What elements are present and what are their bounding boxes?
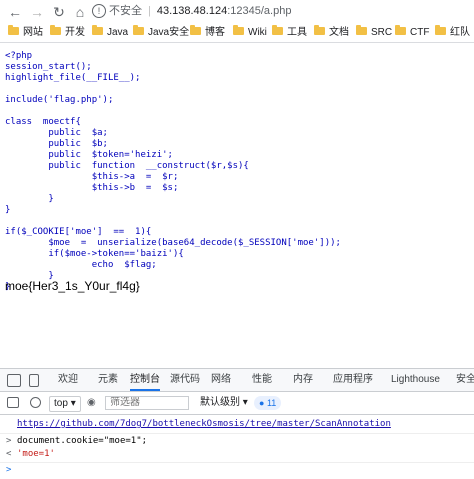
bookmark-folder[interactable]: 网站: [8, 24, 43, 42]
console-result-line: < 'moe=1': [0, 447, 474, 461]
console-message: https://github.com/7dog7/bottleneckOsmos…: [0, 417, 474, 431]
folder-icon: [272, 25, 283, 36]
page-content: <?php session_start(); highlight_file(__…: [0, 43, 474, 365]
bookmark-folder[interactable]: Wiki: [233, 24, 267, 42]
console-output: https://github.com/7dog7/bottleneckOsmos…: [0, 415, 474, 479]
url-host: 43.138.48.124: [156, 5, 228, 17]
address-separator: |: [148, 5, 151, 17]
bookmark-folder[interactable]: CTF: [395, 24, 429, 42]
bookmark-folder[interactable]: 文档: [314, 24, 349, 42]
tab-network[interactable]: 网络: [211, 369, 231, 391]
url-path: :12345/a.php: [227, 5, 292, 17]
console-filter-input[interactable]: [105, 396, 189, 410]
folder-icon: [233, 25, 244, 36]
bookmark-folder[interactable]: 红队: [435, 24, 470, 42]
clear-console-icon[interactable]: [30, 397, 41, 408]
message-icon: ●: [259, 398, 265, 408]
bookmark-folder[interactable]: 工具: [272, 24, 307, 42]
folder-icon: [8, 25, 19, 36]
tab-sources[interactable]: 源代码: [170, 369, 200, 391]
folder-icon: [190, 25, 201, 36]
tab-elements[interactable]: 元素: [98, 369, 118, 391]
chevron-down-icon: ▾: [242, 397, 248, 408]
back-icon[interactable]: ←: [6, 3, 24, 21]
security-label: 不安全: [109, 5, 142, 17]
tab-console[interactable]: 控制台: [130, 369, 160, 391]
eye-icon[interactable]: ◉: [87, 396, 96, 410]
folder-icon: [435, 25, 446, 36]
input-chevron-icon: >: [6, 436, 12, 446]
console-prompt[interactable]: >: [0, 462, 474, 477]
bookmark-folder[interactable]: 博客: [190, 24, 225, 42]
console-input-code: document.cookie="moe=1";: [17, 436, 148, 446]
home-icon[interactable]: ⌂: [71, 3, 89, 21]
bookmark-folder[interactable]: 开发: [50, 24, 85, 42]
not-secure-icon: !: [92, 4, 106, 19]
browser-toolbar: ← → ↻ ⌂ ! 不安全 | 43.138.48.124:12345/a.php: [0, 0, 474, 25]
forward-icon[interactable]: →: [28, 3, 46, 21]
folder-icon: [314, 25, 325, 36]
folder-icon: [133, 25, 144, 36]
devtools-panel: 欢迎 元素 控制台 源代码 网络 性能 内存 应用程序 Lighthouse 安…: [0, 368, 474, 479]
log-level-select[interactable]: 默认级别 ▾: [200, 396, 248, 410]
console-result-value: 'moe=1': [17, 449, 55, 459]
chevron-down-icon: ▾: [70, 398, 76, 409]
bookmark-folder[interactable]: Java: [92, 24, 128, 42]
tab-welcome[interactable]: 欢迎: [58, 369, 78, 391]
console-input-line: > document.cookie="moe=1";: [0, 433, 474, 448]
bookmark-folder[interactable]: Java安全: [133, 24, 189, 42]
reload-icon[interactable]: ↻: [50, 3, 68, 21]
issues-badge[interactable]: ● 11: [254, 396, 282, 410]
tab-memory[interactable]: 内存: [293, 369, 313, 391]
folder-icon: [92, 25, 103, 36]
php-source-code: <?php session_start(); highlight_file(__…: [5, 51, 341, 292]
folder-icon: [395, 25, 406, 36]
tab-application[interactable]: 应用程序: [333, 369, 373, 391]
folder-icon: [356, 25, 367, 36]
device-toolbar-icon[interactable]: [29, 374, 39, 387]
bookmark-folder[interactable]: SRC: [356, 24, 392, 42]
inspect-element-icon[interactable]: [7, 374, 21, 387]
tab-lighthouse[interactable]: Lighthouse: [391, 369, 440, 391]
folder-icon: [50, 25, 61, 36]
console-toolbar: top ▾ ◉ 默认级别 ▾ ● 11: [0, 392, 474, 415]
address-bar[interactable]: ! 不安全 | 43.138.48.124:12345/a.php: [92, 2, 474, 21]
context-selector[interactable]: top ▾: [49, 396, 81, 412]
flag-output: moe{Her3_1s_Y0ur_fl4g}: [5, 279, 140, 293]
tab-security[interactable]: 安全: [456, 369, 474, 391]
prompt-chevron-icon: >: [6, 465, 12, 475]
bookmarks-bar: 网站 开发 Java Java安全 博客 Wiki 工具 文档 SRC CTF …: [0, 24, 474, 43]
devtools-tab-bar: 欢迎 元素 控制台 源代码 网络 性能 内存 应用程序 Lighthouse 安…: [0, 369, 474, 392]
tab-performance[interactable]: 性能: [252, 369, 272, 391]
console-link[interactable]: https://github.com/7dog7/bottleneckOsmos…: [17, 417, 391, 431]
sidebar-toggle-icon[interactable]: [7, 397, 19, 408]
result-chevron-icon: <: [6, 449, 12, 459]
